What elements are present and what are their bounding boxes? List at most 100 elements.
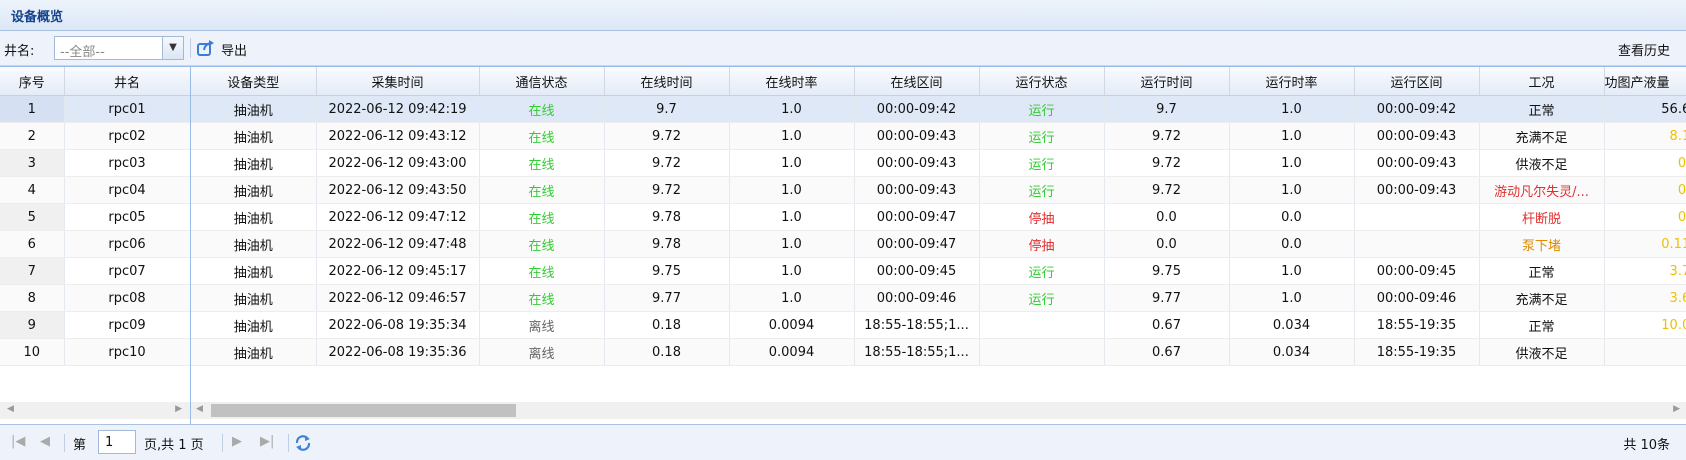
online-interval-cell: 00:00-09:43 — [854, 176, 980, 204]
comm-status-cell: 在线 — [479, 95, 605, 123]
device-type-cell: 抽油机 — [191, 122, 317, 150]
panel-header: 设备概览 — [0, 0, 1686, 31]
table-row[interactable]: 1 rpc01 — [0, 95, 191, 123]
scroll-right-arrow-icon[interactable]: ▶ — [1673, 404, 1680, 414]
online-rate-cell: 1.0 — [729, 284, 855, 312]
column-header-fd-yield[interactable]: 功图产液量 — [1604, 67, 1686, 96]
chevron-down-icon[interactable]: ▼ — [162, 37, 183, 59]
well-filter-select[interactable]: --全部-- ▼ — [54, 36, 184, 60]
paging-toolbar: |◀ ◀ 第 1 页,共 1 页 ▶ ▶| 共 10条 — [0, 424, 1686, 460]
comm-status-cell: 在线 — [479, 122, 605, 150]
scrollbar-thumb[interactable] — [211, 404, 516, 417]
prev-page-icon[interactable]: ◀ — [40, 434, 50, 449]
table-row[interactable]: 8 rpc08 — [0, 284, 191, 312]
page-number-input[interactable]: 1 — [98, 430, 136, 454]
run-time-cell: 0.67 — [1104, 338, 1230, 366]
work-condition-cell: 正常 — [1479, 95, 1605, 123]
column-header-run-status[interactable]: 运行状态 — [979, 67, 1105, 96]
table-row[interactable]: 抽油机 2022-06-12 09:43:50 在线 9.72 1.0 00:00-09:… — [191, 176, 1686, 204]
online-rate-cell: 1.0 — [729, 95, 855, 123]
run-rate-cell: 0.0 — [1229, 230, 1355, 258]
scroll-left-arrow-icon[interactable]: ◀ — [7, 404, 14, 414]
table-row[interactable]: 抽油机 2022-06-12 09:46:57 在线 9.77 1.0 00:00-09:… — [191, 284, 1686, 312]
online-rate-cell: 1.0 — [729, 176, 855, 204]
table-row[interactable]: 4 rpc04 — [0, 176, 191, 204]
scroll-left-arrow-icon[interactable]: ◀ — [196, 404, 203, 414]
collect-time-cell: 2022-06-12 09:45:17 — [316, 257, 480, 285]
column-header-online-interval[interactable]: 在线区间 — [854, 67, 980, 96]
run-interval-cell: 18:55-19:35 — [1354, 311, 1480, 339]
table-row[interactable]: 7 rpc07 — [0, 257, 191, 285]
table-row[interactable]: 抽油机 2022-06-08 19:35:34 离线 0.18 0.0094 18:55-… — [191, 311, 1686, 339]
online-interval-cell: 18:55-18:55;1... — [854, 338, 980, 366]
well-name-cell: rpc04 — [64, 176, 191, 204]
table-row[interactable]: 抽油机 2022-06-12 09:45:17 在线 9.75 1.0 00:00-09:… — [191, 257, 1686, 285]
table-row[interactable]: 3 rpc03 — [0, 149, 191, 177]
work-condition-cell: 供液不足 — [1479, 338, 1605, 366]
table-row[interactable]: 抽油机 2022-06-12 09:47:12 在线 9.78 1.0 00:00-09:… — [191, 203, 1686, 231]
online-time-cell: 9.78 — [604, 230, 730, 258]
view-history-button[interactable]: 查看历史 — [1618, 40, 1670, 59]
column-header-online-time[interactable]: 在线时间 — [604, 67, 730, 96]
well-name-cell: rpc09 — [64, 311, 191, 339]
fd-yield-cell: 0.0 — [1604, 203, 1686, 231]
column-header-device-type[interactable]: 设备类型 — [191, 67, 317, 96]
column-header-work-condition[interactable]: 工况 — [1479, 67, 1605, 96]
table-row[interactable]: 抽油机 2022-06-12 09:47:48 在线 9.78 1.0 00:00-09:… — [191, 230, 1686, 258]
fd-yield-cell: 0.0 — [1604, 149, 1686, 177]
next-page-icon[interactable]: ▶ — [232, 434, 242, 449]
column-header-online-rate[interactable]: 在线时率 — [729, 67, 855, 96]
device-type-cell: 抽油机 — [191, 149, 317, 177]
table-row[interactable]: 抽油机 2022-06-12 09:43:12 在线 9.72 1.0 00:00-09:… — [191, 122, 1686, 150]
column-header-index[interactable]: 序号 — [0, 67, 65, 96]
device-type-cell: 抽油机 — [191, 338, 317, 366]
run-interval-cell: 00:00-09:43 — [1354, 176, 1480, 204]
collect-time-cell: 2022-06-12 09:43:12 — [316, 122, 480, 150]
online-time-cell: 9.75 — [604, 257, 730, 285]
first-page-icon[interactable]: |◀ — [11, 434, 25, 449]
run-time-cell: 9.7 — [1104, 95, 1230, 123]
table-row[interactable]: 抽油机 2022-06-12 09:43:00 在线 9.72 1.0 00:00-09:… — [191, 149, 1686, 177]
table-row[interactable]: 10 rpc10 — [0, 338, 191, 366]
run-status-cell: 运行 — [979, 257, 1105, 285]
collect-time-cell: 2022-06-12 09:43:50 — [316, 176, 480, 204]
run-interval-cell: 00:00-09:45 — [1354, 257, 1480, 285]
device-type-cell: 抽油机 — [191, 284, 317, 312]
column-header-run-time[interactable]: 运行时间 — [1104, 67, 1230, 96]
table-row[interactable]: 9 rpc09 — [0, 311, 191, 339]
locked-horizontal-scrollbar[interactable]: ◀ ▶ — [0, 402, 190, 419]
last-page-icon[interactable]: ▶| — [260, 434, 274, 449]
run-time-cell: 9.72 — [1104, 176, 1230, 204]
device-type-cell: 抽油机 — [191, 176, 317, 204]
row-number: 10 — [0, 338, 65, 366]
table-row[interactable]: 抽油机 2022-06-08 19:35:36 离线 0.18 0.0094 18:55-… — [191, 338, 1686, 366]
row-number: 5 — [0, 203, 65, 231]
scroll-right-arrow-icon[interactable]: ▶ — [175, 404, 182, 414]
table-row[interactable]: 抽油机 2022-06-12 09:42:19 在线 9.7 1.0 00:00-09:4… — [191, 95, 1686, 123]
column-header-run-interval[interactable]: 运行区间 — [1354, 67, 1480, 96]
refresh-icon[interactable] — [294, 434, 312, 452]
run-interval-cell: 00:00-09:43 — [1354, 149, 1480, 177]
row-number: 6 — [0, 230, 65, 258]
online-time-cell: 9.72 — [604, 176, 730, 204]
online-rate-cell: 1.0 — [729, 149, 855, 177]
fd-yield-cell: 0.116 — [1604, 230, 1686, 258]
column-header-well[interactable]: 井名 — [64, 67, 191, 96]
device-type-cell: 抽油机 — [191, 311, 317, 339]
horizontal-scrollbar[interactable]: ◀ ▶ — [191, 402, 1686, 419]
run-time-cell: 0.0 — [1104, 230, 1230, 258]
column-header-run-rate[interactable]: 运行时率 — [1229, 67, 1355, 96]
table-row[interactable]: 6 rpc06 — [0, 230, 191, 258]
run-rate-cell: 0.034 — [1229, 311, 1355, 339]
page-count-label: 页,共 1 页 — [144, 438, 204, 453]
run-time-cell: 9.75 — [1104, 257, 1230, 285]
export-label: 导出 — [221, 44, 248, 59]
work-condition-cell: 供液不足 — [1479, 149, 1605, 177]
table-row[interactable]: 5 rpc05 — [0, 203, 191, 231]
run-status-cell: 运行 — [979, 122, 1105, 150]
column-header-collect-time[interactable]: 采集时间 — [316, 67, 480, 96]
table-row[interactable]: 2 rpc02 — [0, 122, 191, 150]
comm-status-cell: 在线 — [479, 257, 605, 285]
fd-yield-cell: 56.68 — [1604, 95, 1686, 123]
column-header-comm-status[interactable]: 通信状态 — [479, 67, 605, 96]
